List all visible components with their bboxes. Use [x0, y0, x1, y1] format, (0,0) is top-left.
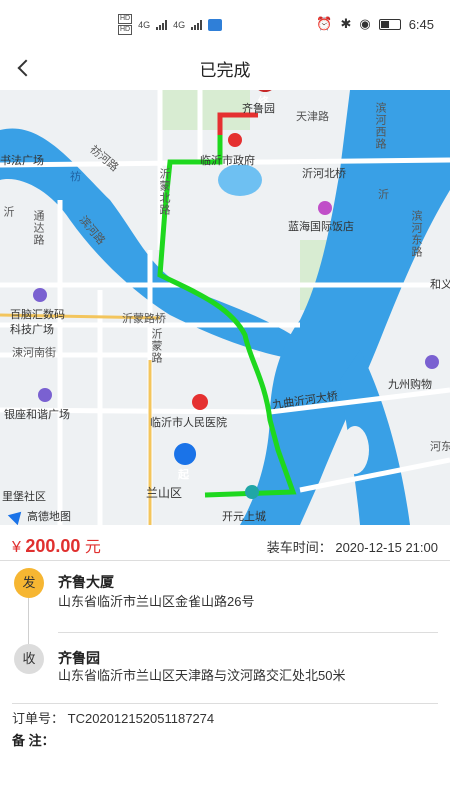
price-row: ¥ 200.00 元 装车时间： 2020-12-15 21:00 — [12, 533, 438, 557]
message-app-icon — [208, 18, 223, 31]
label-yi-right: 沂 — [378, 189, 389, 201]
location-icon: ◉ — [359, 16, 371, 31]
hd-badge-1: HD — [118, 14, 133, 24]
label-fang-river: 祊 — [70, 171, 81, 183]
label-yimeng-north-road: 沂蒙北路 — [158, 168, 170, 216]
to-badge: 收 — [14, 644, 44, 674]
from-name: 齐鲁大厦 — [58, 574, 114, 590]
label-yimeng-road: 沂蒙路 — [150, 328, 162, 364]
remark-label: 备 注： — [12, 733, 55, 748]
label-yinzuo-plaza: 银座和谐广场 — [4, 409, 70, 421]
pond — [218, 164, 262, 196]
label-lanshan-district: 兰山区 — [146, 486, 183, 500]
order-number-label: 订单号： — [12, 711, 65, 726]
divider-bottom — [12, 703, 438, 704]
hotel-poi-icon — [318, 201, 332, 215]
car-time-label: 装车时间： — [266, 540, 332, 555]
status-bar: HD HD 4G 4G ⏰ ✱ ◉ 6:45 — [0, 0, 450, 48]
label-lanhai-hotel: 蓝海国际饭店 — [288, 221, 354, 233]
label-qilu-garden: 齐鲁园 — [242, 103, 275, 115]
from-address: 山东省临沂市兰山区金雀山路26号 — [58, 594, 255, 609]
remark: 备 注： — [12, 730, 55, 749]
alarm-icon: ⏰ — [316, 16, 333, 31]
network-label-1: 4G — [138, 19, 151, 30]
shop-poi-icon — [425, 355, 439, 369]
network-label-2: 4G — [173, 19, 186, 30]
bluetooth-icon: ✱ — [340, 16, 352, 31]
plaza-poi-icon — [33, 288, 47, 302]
signal-icon — [156, 19, 168, 30]
status-right: ⏰ ✱ ◉ 6:45 — [316, 16, 434, 32]
status-left: HD HD 4G 4G — [118, 14, 223, 35]
map-attribution: 高德地图 — [7, 506, 71, 525]
price: ¥ 200.00 元 — [12, 533, 101, 557]
label-lianghe-south-street: 涑河南街 — [12, 347, 56, 359]
order-number: 订单号： TC202012152051187274 — [12, 708, 214, 727]
order-number-value: TC202012152051187274 — [67, 711, 215, 726]
yinzuo-poi-icon — [38, 388, 52, 402]
label-jiuzhou-shop: 九州购物 — [388, 379, 432, 391]
label-people-hospital: 临沂市人民医院 — [150, 417, 227, 429]
signal-icon-2 — [191, 19, 203, 30]
price-value: 200.00 — [25, 536, 81, 556]
label-libao-community: 里堡社区 — [2, 491, 46, 503]
to-name: 齐鲁园 — [58, 650, 100, 666]
start-marker-label: 起 — [178, 469, 189, 481]
divider-top — [0, 560, 450, 561]
label-tianjin-road: 天津路 — [296, 111, 329, 123]
divider-stops — [58, 632, 438, 633]
car-time-value: 2020-12-15 21:00 — [335, 540, 438, 555]
hd-badges: HD HD — [118, 14, 133, 35]
gov-poi-icon — [228, 133, 242, 147]
label-yihe-north-bridge: 沂河北桥 — [302, 168, 346, 180]
nav-header: 已完成 — [0, 48, 450, 90]
end-marker-pin — [258, 90, 272, 92]
label-city-gov: 临沂市政府 — [200, 155, 255, 167]
label-heyi: 和义 — [430, 279, 450, 291]
route-connector-line — [28, 598, 29, 646]
label-baina-plaza: 百脑汇数码 科技广场 — [10, 309, 65, 336]
to-address: 山东省临沂市兰山区天津路与汶河路交汇处北50米 — [58, 668, 346, 683]
label-yimeng-road-bridge: 沂蒙路桥 — [122, 313, 166, 325]
price-unit: 元 — [84, 539, 101, 556]
price-symbol: ¥ — [12, 539, 21, 556]
from-badge: 发 — [14, 568, 44, 598]
label-yihe-east-road: 滨河东路 — [410, 210, 422, 258]
status-time: 6:45 — [408, 16, 434, 32]
start-marker-pin — [174, 443, 197, 465]
battery-icon — [378, 18, 401, 30]
label-shufa-square: 书法广场 — [0, 155, 44, 167]
hospital-poi-icon — [192, 394, 208, 410]
amap-text: 高德地图 — [27, 511, 71, 523]
amap-logo-icon — [7, 506, 27, 525]
hd-badge-2: HD — [118, 25, 133, 35]
label-yi-left: 沂 — [2, 206, 14, 218]
kaiyuan-poi-icon — [245, 485, 259, 499]
label-tongda-road: 通达路 — [32, 210, 44, 246]
label-yihe-right: 河东 — [430, 441, 450, 453]
label-yihe-west-road: 滨河西路 — [374, 102, 386, 150]
park-area-1 — [160, 90, 250, 130]
route-map[interactable]: 终 起 天津路 齐鲁园 临沂市政府 书法广场 祊河路 祊 沂河北桥 沂蒙北路 蓝… — [0, 90, 450, 525]
car-time: 装车时间： 2020-12-15 21:00 — [267, 537, 438, 556]
page-title: 已完成 — [199, 61, 251, 80]
label-kaiyuan-city: 开元上城 — [222, 511, 266, 523]
river-island — [341, 426, 369, 474]
